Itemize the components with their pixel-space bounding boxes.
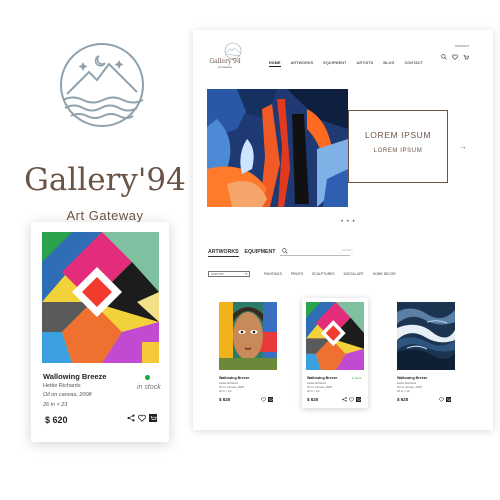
share-icon[interactable]	[342, 397, 347, 402]
cart-icon[interactable]	[356, 397, 361, 402]
product-size: 26 in × 23	[43, 402, 68, 408]
hero-subtitle[interactable]: LOREM IPSUM	[358, 148, 438, 154]
brand-tagline: Art Gateway	[66, 208, 144, 223]
product-price: $ 620	[307, 397, 319, 402]
carousel-dots[interactable]: • • •	[341, 219, 356, 225]
nav-home[interactable]: HOME	[269, 61, 281, 67]
cart-icon[interactable]	[149, 414, 157, 422]
search-input[interactable]: SEARCH	[280, 247, 353, 256]
hero-text-box	[348, 110, 448, 183]
gallery-logo-icon	[60, 43, 144, 127]
search-icon	[282, 248, 288, 254]
artwork-image[interactable]	[219, 302, 277, 370]
category-tabs: ARTWORKS EQUIPMENT	[208, 249, 275, 257]
product-actions	[439, 397, 451, 402]
search-icon[interactable]	[441, 54, 447, 60]
search-placeholder: SEARCH	[342, 249, 353, 252]
filter-paintings[interactable]: PAINTINGS	[264, 272, 282, 276]
nav-equipment[interactable]: EQUIPMENT	[323, 61, 346, 67]
hero-next-arrow-icon[interactable]: →	[459, 142, 467, 151]
cart-icon[interactable]	[446, 397, 451, 402]
filter-digital-art[interactable]: DIGITAL ART	[344, 272, 364, 276]
hero-artwork-image	[207, 89, 348, 207]
filter-home-decor[interactable]: HOME DECOR	[373, 272, 396, 276]
heart-icon[interactable]	[138, 414, 146, 422]
cart-icon[interactable]	[463, 54, 469, 60]
stock-status-label: in stock	[352, 376, 362, 380]
website-mockup: Gallery'94 Art Gateway HOME ARTWORKS EQU…	[193, 30, 493, 430]
product-price: $ 620	[219, 397, 231, 402]
share-icon[interactable]	[127, 414, 135, 422]
product-title[interactable]: Wallowing Breeze	[307, 376, 337, 380]
nav-artists[interactable]: ARTISTS	[357, 61, 374, 67]
hero-title: LOREM IPSUM	[364, 130, 432, 140]
cart-icon[interactable]	[268, 397, 273, 402]
product-title[interactable]: Wallowing Breeze	[397, 376, 427, 380]
heart-icon[interactable]	[349, 397, 354, 402]
tab-artworks[interactable]: ARTWORKS	[208, 249, 239, 257]
stock-status-label: in stock	[137, 384, 161, 391]
brand-block: Gallery'94 Art Gateway	[20, 30, 190, 223]
product-card[interactable]: Wallowing Breeze in stock Hettie Richard…	[302, 298, 368, 408]
product-size: 26 in × 23	[307, 389, 320, 393]
filter-prints[interactable]: PRINTS	[291, 272, 303, 276]
header-contact-link[interactable]: CONTACT	[455, 44, 469, 48]
main-nav: HOME ARTWORKS EQUIPMENT ARTISTS BLOG CON…	[269, 61, 423, 67]
heart-icon[interactable]	[452, 54, 458, 60]
header-icons	[441, 54, 469, 60]
filter-sculptures[interactable]: SCULPTURES	[312, 272, 334, 276]
heart-icon[interactable]	[439, 397, 444, 402]
product-price: $ 620	[45, 415, 68, 425]
nav-contact[interactable]: CONTACT	[405, 61, 424, 67]
artwork-image[interactable]	[306, 302, 364, 370]
artwork-image[interactable]	[397, 302, 455, 370]
site-logo-tagline: Art Gateway	[218, 66, 232, 69]
product-medium: Oil on canvas, 2008	[43, 392, 92, 398]
product-price: $ 620	[397, 397, 409, 402]
heart-icon[interactable]	[261, 397, 266, 402]
artwork-image[interactable]	[42, 232, 159, 363]
product-actions	[342, 397, 361, 402]
product-actions	[261, 397, 273, 402]
tab-equipment[interactable]: EQUIPMENT	[245, 249, 276, 257]
card-actions	[127, 414, 157, 422]
nav-artworks[interactable]: ARTWORKS	[291, 61, 314, 67]
brand-name: Gallery'94	[24, 162, 186, 198]
category-filters: PAINTINGS PRINTS SCULPTURES DIGITAL ART …	[264, 272, 396, 276]
featured-product-card[interactable]: Wallowing Breeze Hettie Richards Oil on …	[31, 222, 169, 442]
nav-blog[interactable]: BLOG	[383, 61, 394, 67]
product-size: 26 in × 23	[219, 389, 232, 393]
product-size: 26 in × 23	[397, 389, 410, 393]
product-card[interactable]: Wallowing Breeze Hettie Richards Oil on …	[391, 298, 457, 408]
site-logo-name[interactable]: Gallery'94	[203, 58, 247, 65]
product-artist: Hettie Richards	[43, 383, 81, 389]
product-title[interactable]: Wallowing Breeze	[43, 372, 106, 381]
stock-status-dot	[145, 375, 150, 380]
product-card[interactable]: Wallowing Breeze Hettie Richards Oil on …	[213, 298, 279, 408]
sort-by-dropdown[interactable]: SORT BY	[208, 271, 250, 277]
product-title[interactable]: Wallowing Breeze	[219, 376, 249, 380]
